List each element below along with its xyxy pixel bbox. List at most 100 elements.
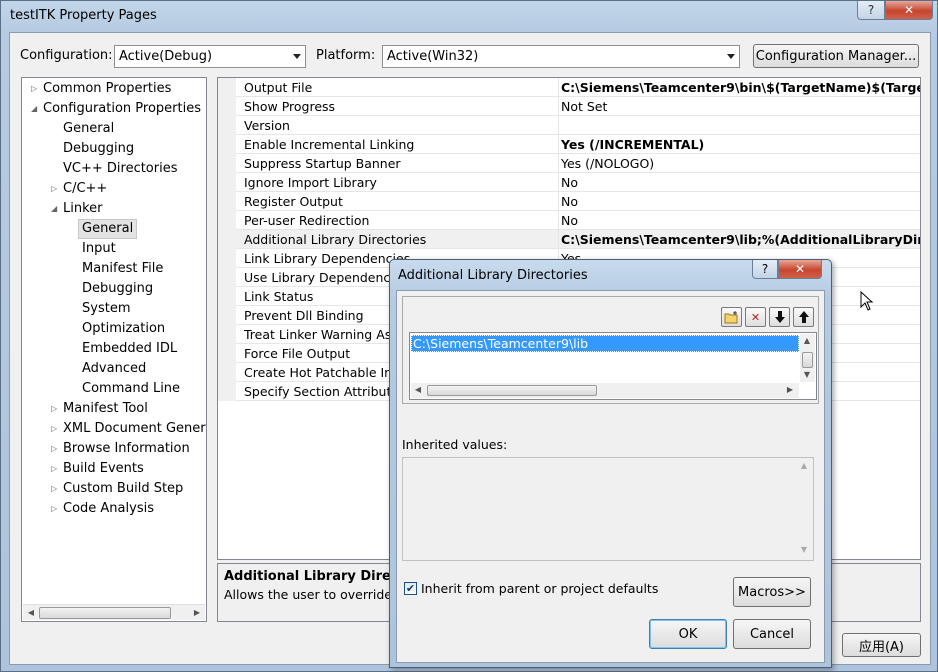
dialog-client-area: ✕ C:\Siemens\Teamcenter9\lib ▲ ▼ ◀ ▶ Inh…: [396, 290, 825, 663]
property-value[interactable]: No: [561, 213, 578, 228]
new-line-button[interactable]: [721, 307, 742, 327]
expand-arrow-icon[interactable]: ▷: [51, 399, 61, 419]
mouse-cursor-icon: [860, 291, 874, 311]
expand-arrow-icon[interactable]: ▷: [51, 439, 61, 459]
move-up-button[interactable]: [793, 307, 814, 327]
tree-item[interactable]: General: [78, 219, 138, 239]
configuration-manager-button[interactable]: Configuration Manager...: [753, 44, 919, 68]
tree-item[interactable]: Build Events: [63, 459, 144, 479]
scroll-up-icon[interactable]: ▲: [800, 334, 814, 348]
property-row[interactable]: Per-user Redirection No: [218, 211, 920, 230]
scroll-up-icon[interactable]: ▲: [797, 459, 811, 473]
tree-item[interactable]: General: [63, 119, 114, 139]
tree-item[interactable]: System: [82, 299, 130, 319]
column-divider: [558, 211, 559, 230]
property-name: Per-user Redirection: [244, 213, 370, 228]
tree-item[interactable]: Debugging: [82, 279, 153, 299]
scroll-thumb[interactable]: [427, 385, 597, 396]
tree-item[interactable]: Custom Build Step: [63, 479, 183, 499]
list-item[interactable]: C:\Siemens\Teamcenter9\lib: [411, 335, 799, 352]
tree-item[interactable]: Configuration Properties: [43, 99, 201, 119]
property-row[interactable]: Output File C:\Siemens\Teamcenter9\bin\$(…: [218, 78, 920, 97]
scroll-right-icon[interactable]: ▶: [783, 383, 797, 397]
configuration-dropdown[interactable]: Active(Debug): [114, 45, 306, 68]
tree-item[interactable]: Linker: [63, 199, 103, 219]
tree-item[interactable]: Embedded IDL: [82, 339, 177, 359]
property-row[interactable]: Additional Library Directories C:\Siemens…: [218, 230, 920, 249]
property-row[interactable]: Show Progress Not Set: [218, 97, 920, 116]
property-value[interactable]: Yes (/INCREMENTAL): [561, 137, 704, 152]
column-divider: [558, 116, 559, 135]
tree-item[interactable]: Common Properties: [43, 79, 171, 99]
platform-dropdown[interactable]: Active(Win32): [382, 45, 740, 68]
property-tree[interactable]: ▷ Common Properties ◢ Configuration Propert…: [21, 77, 207, 622]
row-gutter: [218, 230, 236, 249]
tree-item[interactable]: Manifest Tool: [63, 399, 148, 419]
scroll-thumb[interactable]: [39, 607, 171, 619]
property-value[interactable]: No: [561, 194, 578, 209]
tree-horizontal-scrollbar[interactable]: ◀ ▶: [23, 604, 205, 620]
tree-item[interactable]: Code Analysis: [63, 499, 154, 519]
expand-arrow-icon[interactable]: ▷: [51, 499, 61, 519]
tree-item[interactable]: Debugging: [63, 139, 134, 159]
scroll-left-icon[interactable]: ◀: [24, 606, 38, 620]
tree-item[interactable]: Command Line: [82, 379, 180, 399]
dialog-close-button[interactable]: ✕: [778, 260, 822, 279]
window-title: testITK Property Pages: [10, 8, 157, 23]
move-down-button[interactable]: [769, 307, 790, 327]
scroll-right-icon[interactable]: ▶: [190, 606, 204, 620]
row-gutter: [218, 287, 236, 306]
property-name: Link Status: [244, 289, 314, 304]
folder-new-icon: [724, 310, 738, 323]
expand-arrow-icon[interactable]: ▷: [51, 419, 61, 439]
property-row[interactable]: Ignore Import Library No: [218, 173, 920, 192]
help-button[interactable]: ?: [857, 1, 885, 20]
cancel-button[interactable]: Cancel: [733, 619, 811, 649]
tree-item[interactable]: VC++ Directories: [63, 159, 178, 179]
directory-list[interactable]: C:\Siemens\Teamcenter9\lib ▲ ▼ ◀ ▶: [409, 332, 817, 400]
collapse-arrow-icon[interactable]: ◢: [31, 99, 41, 119]
property-value[interactable]: C:\Siemens\Teamcenter9\bin\$(TargetName)…: [561, 80, 920, 95]
tree-item[interactable]: C/C++: [63, 179, 107, 199]
property-value[interactable]: C:\Siemens\Teamcenter9\lib;%(AdditionalL…: [561, 232, 920, 247]
expand-arrow-icon[interactable]: ▷: [51, 479, 61, 499]
scroll-left-icon[interactable]: ◀: [411, 383, 425, 397]
row-gutter: [218, 192, 236, 211]
dialog-help-button[interactable]: ?: [752, 260, 778, 279]
chevron-down-icon: [293, 54, 301, 59]
inherited-vertical-scrollbar[interactable]: ▲ ▼: [797, 459, 812, 559]
property-value[interactable]: Not Set: [561, 99, 607, 114]
property-name: Additional Library Directories: [244, 232, 427, 247]
inherited-values-label: Inherited values:: [402, 437, 508, 452]
list-horizontal-scrollbar[interactable]: ◀ ▶: [411, 383, 799, 398]
property-value[interactable]: No: [561, 175, 578, 190]
close-window-button[interactable]: ✕: [885, 1, 933, 20]
tree-item[interactable]: Browse Information: [63, 439, 190, 459]
inherit-checkbox-label[interactable]: Inherit from parent or project defaults: [421, 581, 658, 596]
expand-arrow-icon[interactable]: ▷: [51, 459, 61, 479]
tree-item[interactable]: Manifest File: [82, 259, 163, 279]
apply-button[interactable]: 应用(A): [842, 633, 921, 657]
delete-line-button[interactable]: ✕: [745, 307, 766, 327]
property-value[interactable]: Yes (/NOLOGO): [561, 156, 654, 171]
inherit-checkbox[interactable]: ✔: [404, 582, 417, 595]
tree-item[interactable]: Advanced: [82, 359, 146, 379]
scroll-down-icon[interactable]: ▼: [800, 368, 814, 382]
tree-item[interactable]: XML Document Generat: [63, 419, 206, 439]
tree-item[interactable]: Input: [82, 239, 116, 259]
list-vertical-scrollbar[interactable]: ▲ ▼: [800, 334, 815, 382]
configuration-value: Active(Debug): [119, 49, 213, 64]
macros-button[interactable]: Macros>>: [733, 577, 811, 607]
expand-arrow-icon[interactable]: ▷: [31, 79, 41, 99]
tree-item[interactable]: Optimization: [82, 319, 165, 339]
scroll-thumb[interactable]: [802, 352, 813, 368]
scroll-down-icon[interactable]: ▼: [797, 543, 811, 557]
row-gutter: [218, 363, 236, 382]
property-row[interactable]: Version: [218, 116, 920, 135]
ok-button[interactable]: OK: [649, 619, 727, 649]
property-row[interactable]: Enable Incremental Linking Yes (/INCREMEN…: [218, 135, 920, 154]
collapse-arrow-icon[interactable]: ◢: [51, 199, 61, 219]
property-row[interactable]: Register Output No: [218, 192, 920, 211]
expand-arrow-icon[interactable]: ▷: [51, 179, 61, 199]
property-row[interactable]: Suppress Startup Banner Yes (/NOLOGO): [218, 154, 920, 173]
